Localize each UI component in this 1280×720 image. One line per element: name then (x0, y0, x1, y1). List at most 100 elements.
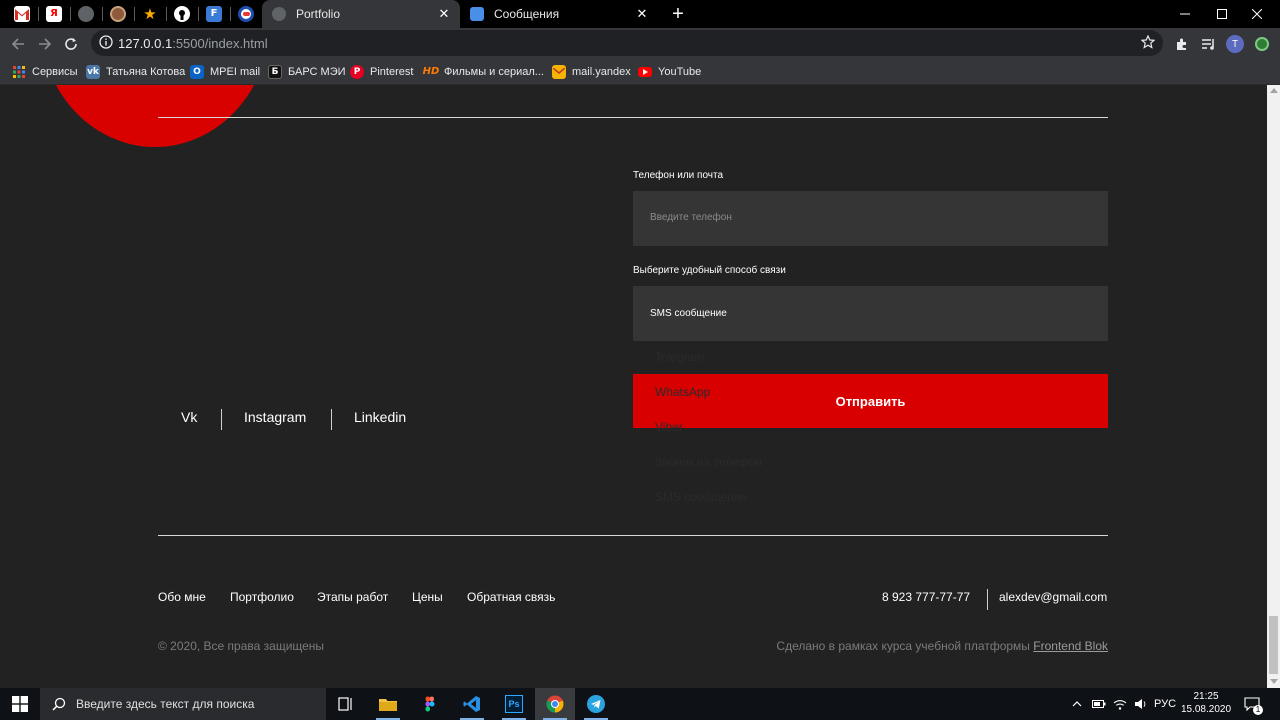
footer-phone[interactable]: 8 923 777-77-77 (882, 590, 970, 604)
tab-portfolio[interactable]: Portfolio ✕ (262, 0, 460, 28)
reload-button[interactable] (59, 32, 83, 56)
contact-input[interactable]: Введите телефон (633, 191, 1108, 246)
url-text[interactable]: 127.0.0.1:5500/index.html (118, 36, 268, 51)
github-tab[interactable] (166, 0, 198, 28)
tab-messages[interactable]: Сообщения ✕ (460, 0, 658, 28)
photoshop-app[interactable]: Ps (494, 688, 534, 720)
pinterest-icon: P (350, 65, 364, 79)
vk-icon: vk (86, 65, 100, 79)
close-window-button[interactable] (1234, 0, 1280, 28)
scroll-down-icon[interactable] (1270, 679, 1278, 684)
social-divider (331, 409, 332, 430)
tab-title: Portfolio (296, 7, 341, 21)
bookmark-vk[interactable]: vk Татьяна Котова (86, 62, 185, 82)
apps-grid-icon (12, 65, 26, 79)
volume-icon[interactable] (1134, 688, 1148, 720)
social-divider (221, 409, 222, 430)
yandex-tab[interactable]: Я (38, 0, 70, 28)
contact-placeholder: Введите телефон (650, 212, 732, 223)
new-tab-button[interactable]: + (668, 3, 688, 25)
address-bar[interactable]: 127.0.0.1:5500/index.html (91, 30, 1163, 56)
language-indicator[interactable]: РУС (1154, 688, 1176, 720)
social-link-linkedin[interactable]: Linkedin (354, 409, 406, 425)
bookmark-services[interactable]: Сервисы (12, 62, 78, 82)
vscode-app[interactable] (452, 688, 492, 720)
bookmark-films[interactable]: HD Фильмы и сериал... (422, 62, 544, 82)
footer-link-prices[interactable]: Цены (412, 590, 443, 604)
method-option-sms[interactable]: SMS сообщение (655, 490, 747, 504)
github-icon (174, 6, 190, 22)
clock-time: 21:25 (1193, 691, 1219, 702)
page-scrollbar[interactable] (1267, 85, 1280, 688)
method-selected-value: SMS сообщение (650, 308, 727, 319)
globe-tab[interactable] (70, 0, 102, 28)
footer-link-feedback[interactable]: Обратная связь (467, 590, 555, 604)
bookmark-star-icon[interactable] (1140, 34, 1156, 54)
extension-green-icon[interactable] (1250, 32, 1274, 56)
windows-start-button[interactable] (0, 688, 40, 720)
close-icon[interactable]: ✕ (634, 6, 650, 22)
footer-divider (987, 589, 988, 610)
yandex-icon: Я (46, 6, 62, 22)
battery-icon[interactable] (1092, 688, 1106, 720)
back-button[interactable] (6, 32, 30, 56)
extensions-icon[interactable] (1170, 32, 1194, 56)
bookmark-youtube[interactable]: YouTube (638, 62, 701, 82)
chrome-app[interactable] (535, 688, 575, 720)
method-option-call[interactable]: Звонок на телефон (655, 455, 762, 469)
method-option-whatsapp[interactable]: WhatsApp (655, 385, 710, 399)
outlook-icon: O (190, 65, 204, 79)
favorites-tab[interactable]: ★ (134, 0, 166, 28)
forward-button[interactable] (33, 32, 57, 56)
bookmark-mpei-mail[interactable]: O MPEI mail (190, 62, 260, 82)
wifi-icon[interactable] (1113, 688, 1127, 720)
profile-avatar[interactable]: T (1223, 32, 1247, 56)
clock-date: 15.08.2020 (1180, 704, 1232, 715)
taskbar-search-placeholder: Введите здесь текст для поиска (76, 697, 255, 711)
ring-icon (238, 6, 254, 22)
footer-link-stages[interactable]: Этапы работ (317, 590, 388, 604)
reading-list-icon[interactable] (1196, 32, 1220, 56)
taskbar-search-box[interactable]: Введите здесь текст для поиска (40, 688, 326, 720)
frontend-blok-link[interactable]: Frontend Blok (1033, 639, 1108, 653)
telegram-app[interactable] (576, 688, 616, 720)
contact-label: Телефон или почта (633, 170, 724, 181)
tray-chevron-up-icon[interactable] (1072, 688, 1082, 720)
info-icon[interactable] (99, 35, 113, 54)
badge-icon (110, 6, 126, 22)
close-icon[interactable]: ✕ (436, 6, 452, 22)
figma-app[interactable] (410, 688, 450, 720)
mail-icon (552, 65, 566, 79)
divider-bottom (158, 535, 1108, 536)
task-view-button[interactable] (326, 688, 366, 720)
footer-link-portfolio[interactable]: Портфолио (230, 590, 294, 604)
notifications-icon[interactable]: 1 (1244, 688, 1263, 720)
copyright-text: © 2020, Все права защищены (158, 639, 325, 653)
file-explorer-app[interactable] (368, 688, 408, 720)
youtube-icon (638, 67, 652, 77)
hd-icon: HD (422, 66, 440, 77)
method-option-viber[interactable]: Viber (655, 420, 683, 434)
method-option-telegram[interactable]: Telegram (655, 350, 704, 364)
method-select[interactable]: SMS сообщение (633, 286, 1108, 341)
taskbar-clock[interactable]: 21:25 15.08.2020 (1180, 690, 1232, 716)
gmail-tab[interactable] (6, 0, 38, 28)
calc-tab[interactable]: F (198, 0, 230, 28)
divider-top (158, 117, 1108, 118)
submit-button[interactable]: Отправить (633, 374, 1108, 428)
bookmark-bars[interactable]: Б БАРС МЭИ (268, 62, 346, 82)
notification-count-badge: 1 (1253, 705, 1263, 715)
bookmark-mail-yandex[interactable]: mail.yandex (552, 62, 631, 82)
bookmarks-bar: Сервисы vk Татьяна Котова O MPEI mail Б БАР… (0, 59, 1280, 85)
scroll-thumb[interactable] (1269, 616, 1278, 674)
site-tab[interactable] (102, 0, 134, 28)
gmail-icon (14, 6, 30, 22)
footer-email[interactable]: alexdev@gmail.com (999, 590, 1107, 604)
bookmark-pinterest[interactable]: P Pinterest (350, 62, 413, 82)
app-tab[interactable] (230, 0, 262, 28)
footer-link-about[interactable]: Обо мне (158, 590, 206, 604)
social-link-instagram[interactable]: Instagram (244, 409, 306, 425)
social-link-vk[interactable]: Vk (181, 409, 197, 425)
scroll-up-icon[interactable] (1270, 88, 1278, 93)
globe-icon (78, 6, 94, 22)
